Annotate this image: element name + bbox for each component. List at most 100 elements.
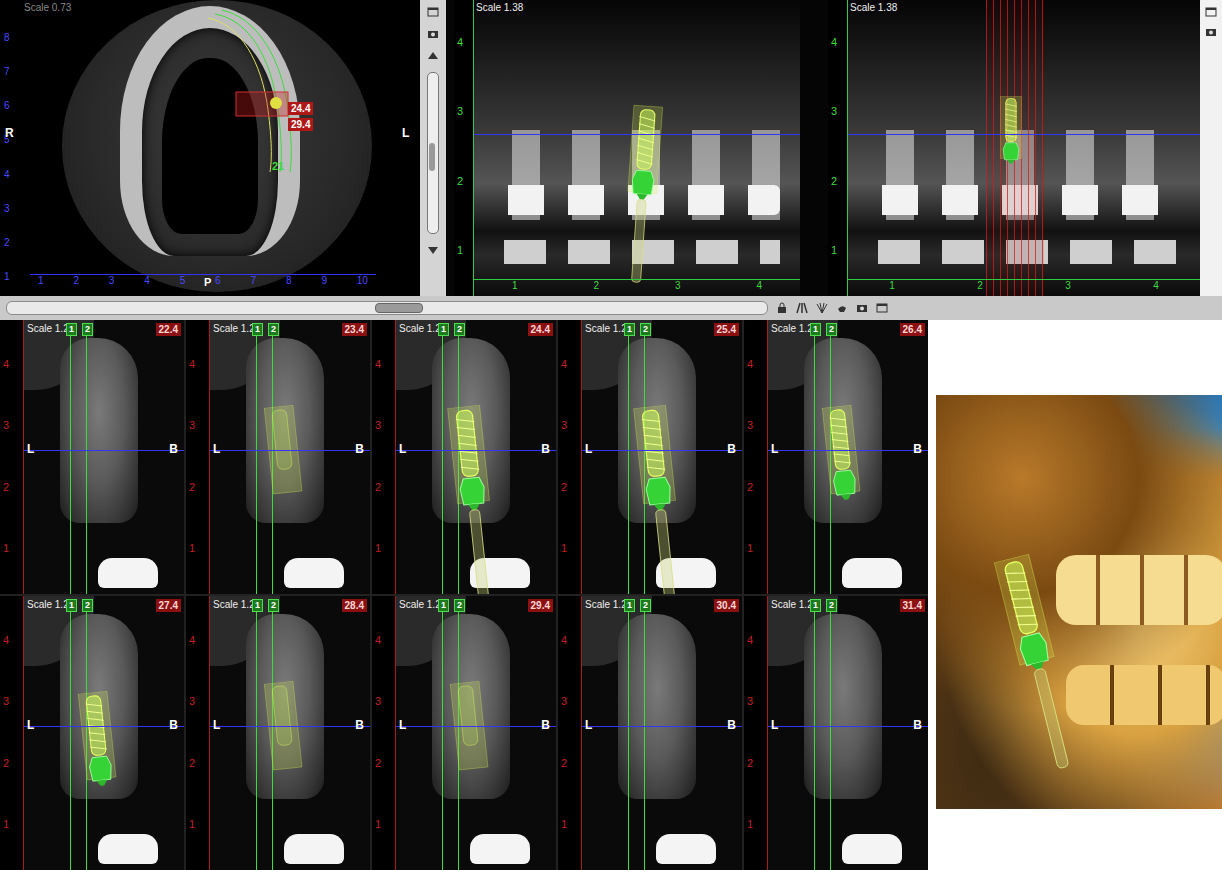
scan-image: Scale 1.381234 <box>474 0 800 296</box>
tooth-crown <box>842 558 902 588</box>
grid-icon[interactable] <box>796 302 808 314</box>
axial-view: 87654321Scale 0.73RL24.429.4211234567891… <box>0 0 420 296</box>
tick-label: 8 <box>286 275 292 294</box>
camera-icon[interactable] <box>427 28 439 40</box>
tick-label: 4 <box>747 358 767 370</box>
guide-line <box>70 612 71 870</box>
tooth-crown <box>284 834 344 864</box>
cross-section[interactable]: 4321Scale 1.251228.4LB <box>186 596 370 870</box>
fan-icon[interactable] <box>816 302 828 314</box>
lock-icon[interactable] <box>776 302 788 314</box>
tick-label: 7 <box>4 66 10 77</box>
guide-label: 1 <box>252 323 263 336</box>
tick-label: 10 <box>357 275 368 294</box>
axial-x-ruler: 12345678910 <box>30 274 376 294</box>
tick-label: 6 <box>215 275 221 294</box>
down-arrow-icon[interactable] <box>427 244 439 256</box>
guide-label: 2 <box>82 599 93 612</box>
slice-slider[interactable] <box>427 72 439 234</box>
tick-label: 8 <box>4 32 10 43</box>
guide-label: 1 <box>252 599 263 612</box>
cross-section[interactable]: 4321Scale 1.251225.4LB <box>558 320 742 594</box>
slice-marker[interactable]: 24.4 <box>288 102 313 115</box>
tick-label: 2 <box>375 481 395 493</box>
axial-level-line <box>848 134 1200 135</box>
guide-label: 2 <box>454 323 465 336</box>
slice-scrollbar[interactable] <box>6 301 768 315</box>
window-icon[interactable] <box>876 302 888 314</box>
tooth-crown <box>98 558 158 588</box>
side-label: R <box>5 126 14 140</box>
top-views: 87654321Scale 0.73RL24.429.4211234567891… <box>0 0 1222 296</box>
tick-label: 1 <box>831 244 847 256</box>
side-label: L <box>213 718 220 732</box>
tick-label: 3 <box>3 419 23 431</box>
side-label: L <box>585 718 592 732</box>
side-label: B <box>169 718 178 732</box>
guide-line <box>814 612 815 870</box>
horizontal-ruler: 1234 <box>474 279 800 296</box>
guide-label: 2 <box>640 599 651 612</box>
guide-line <box>830 612 831 870</box>
tick-label: 2 <box>73 275 79 294</box>
window-icon[interactable] <box>1205 6 1217 18</box>
view-toolbar <box>420 0 446 296</box>
tick-label: 3 <box>189 419 209 431</box>
guide-label: 2 <box>640 323 651 336</box>
side-label: L <box>399 442 406 456</box>
side-label: B <box>541 718 550 732</box>
scrollbar-thumb[interactable] <box>375 303 423 313</box>
cross-section[interactable]: 4321Scale 1.251224.4LB <box>372 320 556 594</box>
axial-y-ruler: 87654321 <box>4 32 10 282</box>
implant-figure[interactable] <box>998 96 1024 226</box>
tick-label: 3 <box>831 105 847 117</box>
tick-label: 2 <box>747 481 767 493</box>
panoramic-curve[interactable] <box>0 0 420 296</box>
horizontal-ruler: 1234 <box>848 279 1200 296</box>
tick-label: 1 <box>512 280 518 296</box>
tick-label: 1 <box>747 818 767 830</box>
axial-level-line <box>210 450 370 451</box>
cross-section[interactable]: 4321Scale 1.251231.4LB <box>744 596 928 870</box>
camera-icon[interactable] <box>1205 26 1217 38</box>
scan-image: Scale 1.251227.4LB <box>24 596 184 870</box>
hand-icon[interactable] <box>836 302 848 314</box>
slice-label: 28.4 <box>342 599 367 612</box>
slider-thumb[interactable] <box>429 143 435 171</box>
guide-label: 1 <box>624 599 635 612</box>
cross-section[interactable]: 4321Scale 1.251230.4LB <box>558 596 742 870</box>
vertical-ruler: 4321 <box>372 596 396 870</box>
implant-figure[interactable] <box>617 95 667 296</box>
tick-label: 1 <box>38 275 44 294</box>
camera-icon[interactable] <box>856 302 868 314</box>
tooth-crown <box>842 834 902 864</box>
scan-image: Scale 1.251225.4LB <box>582 320 742 594</box>
tick-label: 4 <box>375 358 395 370</box>
up-arrow-icon[interactable] <box>427 50 439 62</box>
cross-section[interactable]: 4321Scale 1.251226.4LB <box>744 320 928 594</box>
window-icon[interactable] <box>427 6 439 18</box>
guide-label: 2 <box>826 599 837 612</box>
tick-label: 3 <box>561 695 581 707</box>
vertical-ruler: 4321 <box>744 320 768 594</box>
side-label: L <box>27 442 34 456</box>
guide-line <box>256 612 257 870</box>
cross-section[interactable]: 4321Scale 1.251229.4LB <box>372 596 556 870</box>
cross-section[interactable]: 4321Scale 1.251227.4LB <box>0 596 184 870</box>
scan-image: Scale 1.381234 <box>848 0 1200 296</box>
guide-label: 2 <box>268 323 279 336</box>
slice-label: 30.4 <box>714 599 739 612</box>
guide-label: 1 <box>810 323 821 336</box>
tick-label: 1 <box>3 818 23 830</box>
tick-label: 4 <box>756 280 762 296</box>
vertical-ruler: 4321 <box>744 596 768 870</box>
palate <box>162 58 258 234</box>
cross-section[interactable]: 4321Scale 1.251223.4LB <box>186 320 370 594</box>
side-label: L <box>771 442 778 456</box>
side-label: B <box>169 442 178 456</box>
slice-marker[interactable]: 29.4 <box>288 118 313 131</box>
tick-label: 2 <box>831 175 847 187</box>
axial-level-line <box>768 450 928 451</box>
cross-section[interactable]: 4321Scale 1.251222.4LB <box>0 320 184 594</box>
vertical-ruler: 4321 <box>558 320 582 594</box>
